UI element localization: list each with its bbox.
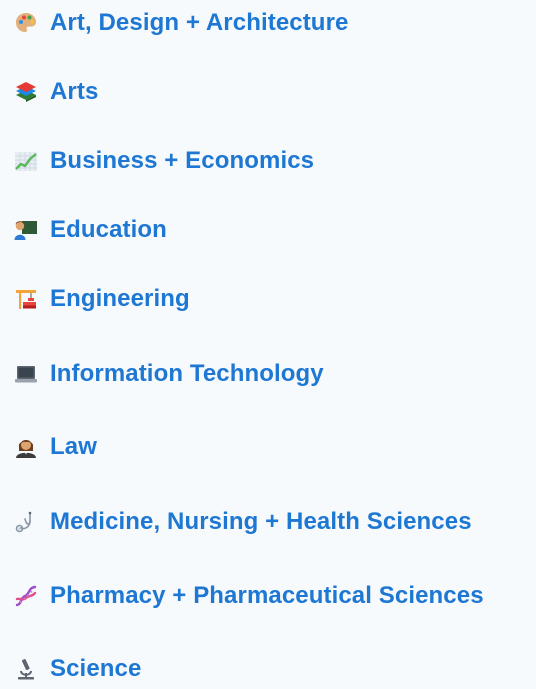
- dna-icon: [14, 584, 38, 608]
- discipline-label: Science: [50, 655, 142, 682]
- discipline-link-information-technology[interactable]: Information Technology: [14, 354, 324, 394]
- books-icon: [14, 80, 38, 104]
- discipline-link-medicine-nursing-health[interactable]: Medicine, Nursing + Health Sciences: [14, 502, 472, 542]
- discipline-link-business-economics[interactable]: Business + Economics: [14, 141, 314, 181]
- discipline-label: Law: [50, 433, 97, 460]
- artist-palette-icon: [14, 11, 38, 35]
- discipline-label: Engineering: [50, 285, 190, 312]
- chart-increasing-icon: [14, 149, 38, 173]
- discipline-label: Business + Economics: [50, 147, 315, 174]
- discipline-label: Education: [50, 216, 167, 243]
- discipline-label: Arts: [50, 78, 99, 105]
- discipline-list: Art, Design + Architecture Arts Business…: [0, 0, 536, 685]
- discipline-link-arts[interactable]: Arts: [14, 72, 98, 112]
- discipline-link-law[interactable]: Law: [14, 427, 97, 467]
- discipline-link-engineering[interactable]: Engineering: [14, 279, 190, 319]
- teacher-icon: [14, 218, 38, 242]
- discipline-label: Information Technology: [50, 360, 324, 387]
- discipline-link-education[interactable]: Education: [14, 210, 167, 250]
- building-construction-icon: [14, 287, 38, 311]
- discipline-label: Medicine, Nursing + Health Sciences: [50, 508, 472, 535]
- stethoscope-icon: [14, 510, 38, 534]
- discipline-label: Art, Design + Architecture: [50, 9, 349, 36]
- judge-icon: [14, 435, 38, 459]
- discipline-link-pharmacy[interactable]: Pharmacy + Pharmaceutical Sciences: [14, 576, 484, 616]
- laptop-icon: [14, 362, 38, 386]
- discipline-link-art-design-architecture[interactable]: Art, Design + Architecture: [14, 3, 348, 43]
- discipline-link-science[interactable]: Science: [14, 649, 141, 689]
- discipline-label: Pharmacy + Pharmaceutical Sciences: [50, 582, 484, 609]
- microscope-icon: [14, 657, 38, 681]
